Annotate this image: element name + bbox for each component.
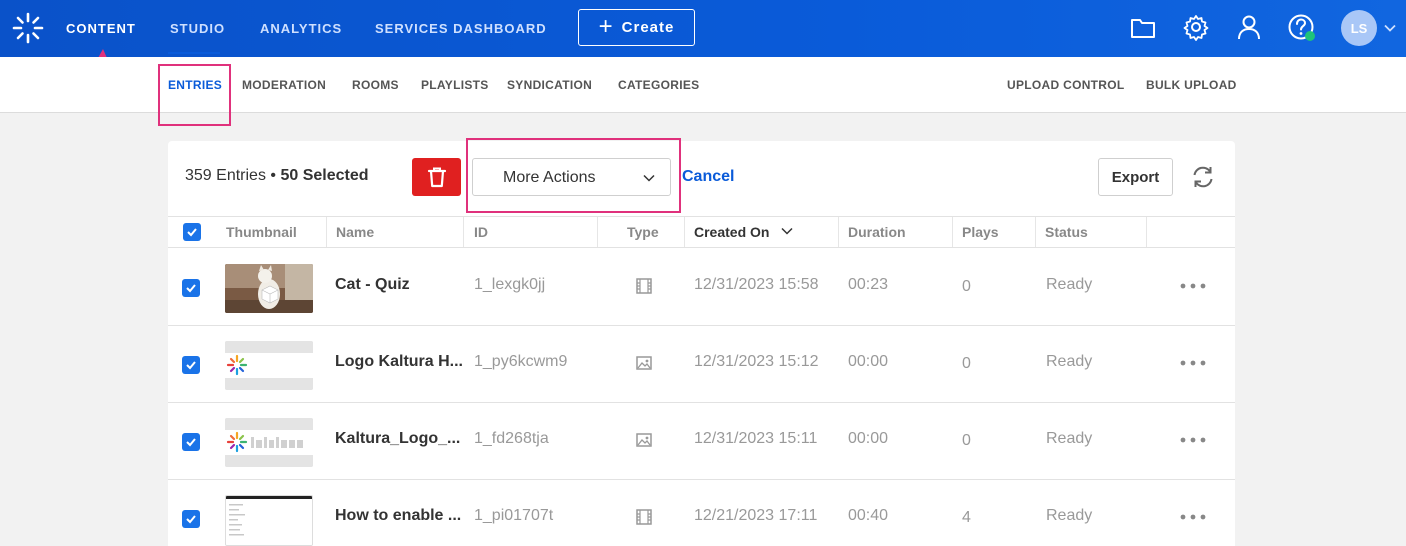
video-type-icon <box>636 509 652 525</box>
selection-summary: 359 Entries • 50 Selected <box>185 167 369 185</box>
entry-created-on: 12/31/2023 15:12 <box>694 353 819 370</box>
check-icon <box>186 438 196 447</box>
more-options-icon[interactable] <box>1180 282 1206 290</box>
help-icon[interactable] <box>1287 13 1315 41</box>
entry-status: Ready <box>1046 507 1093 524</box>
entry-duration: 00:00 <box>848 353 889 370</box>
entry-plays: 0 <box>962 278 971 295</box>
avatar[interactable]: LS <box>1341 10 1377 46</box>
entry-id: 1_fd268tja <box>474 430 549 447</box>
more-options-icon[interactable] <box>1180 436 1206 444</box>
table-row[interactable]: Logo Kaltura H... 1_py6kcwm9 12/31/2023 … <box>168 326 1235 403</box>
table-row[interactable]: Kaltura_Logo_... 1_fd268tja 12/31/2023 1… <box>168 403 1235 480</box>
entry-duration: 00:40 <box>848 507 889 524</box>
active-tab-underline <box>168 52 220 54</box>
tab-moderation[interactable]: MODERATION <box>242 57 326 113</box>
entry-created-on: 12/21/2023 17:11 <box>694 507 818 524</box>
more-options-icon[interactable] <box>1180 513 1206 521</box>
entry-status: Ready <box>1046 353 1093 370</box>
column-duration[interactable]: Duration <box>838 217 953 247</box>
column-name[interactable]: Name <box>326 217 464 247</box>
thumbnail-image[interactable] <box>225 264 313 313</box>
column-plays[interactable]: Plays <box>952 217 1036 247</box>
cancel-link[interactable]: Cancel <box>682 168 734 186</box>
tab-bulk-upload[interactable]: BULK UPLOAD <box>1146 57 1237 113</box>
tab-upload-control[interactable]: UPLOAD CONTROL <box>1007 57 1125 113</box>
image-type-icon <box>636 356 652 370</box>
entry-created-on: 12/31/2023 15:11 <box>694 430 818 447</box>
row-checkbox[interactable] <box>182 356 200 374</box>
column-id[interactable]: ID <box>464 217 598 247</box>
export-button[interactable]: Export <box>1098 158 1173 196</box>
entry-name[interactable]: Cat - Quiz <box>335 276 410 294</box>
video-type-icon <box>636 278 652 294</box>
entry-id: 1_py6kcwm9 <box>474 353 568 370</box>
nav-services-dashboard[interactable]: SERVICES DASHBOARD <box>375 0 547 57</box>
check-icon <box>186 361 196 370</box>
create-button-label: Create <box>621 19 675 36</box>
tab-playlists[interactable]: PLAYLISTS <box>421 57 489 113</box>
gear-icon[interactable] <box>1182 13 1210 41</box>
kaltura-logo-thumbnail-icon <box>225 418 313 467</box>
column-created-on[interactable]: Created On <box>684 217 839 247</box>
table-row[interactable]: Cat - Quiz 1_lexgk0jj 12/31/2023 15:58 0… <box>168 249 1235 326</box>
chevron-down-icon[interactable] <box>1383 21 1397 35</box>
tab-categories[interactable]: CATEGORIES <box>618 57 699 113</box>
column-status[interactable]: Status <box>1035 217 1147 247</box>
entry-duration: 00:00 <box>848 430 889 447</box>
screen-recording-thumbnail-icon <box>226 496 312 545</box>
create-button[interactable]: + Create <box>578 9 695 46</box>
entry-created-on: 12/31/2023 15:58 <box>694 276 819 293</box>
separator-dot: • <box>270 167 276 184</box>
cat-thumbnail-icon <box>225 264 313 313</box>
kaltura-logo-thumbnail-icon <box>225 341 313 390</box>
check-icon <box>187 228 197 237</box>
refresh-icon[interactable] <box>1190 164 1216 190</box>
entry-plays: 0 <box>962 432 971 449</box>
column-thumbnail: Thumbnail <box>216 217 327 247</box>
highlight-box-entries <box>158 64 231 126</box>
row-checkbox[interactable] <box>182 279 200 297</box>
entry-id: 1_lexgk0jj <box>474 276 546 293</box>
more-options-icon[interactable] <box>1180 359 1206 367</box>
thumbnail-image[interactable] <box>225 418 313 467</box>
thumbnail-image[interactable] <box>225 495 313 546</box>
image-type-icon <box>636 433 652 447</box>
entry-name[interactable]: How to enable ... <box>335 507 461 525</box>
selected-count: 50 Selected <box>280 167 369 184</box>
column-created-on-label: Created On <box>694 224 770 240</box>
entry-duration: 00:23 <box>848 276 889 293</box>
check-icon <box>186 515 196 524</box>
check-icon <box>186 284 196 293</box>
delete-button[interactable] <box>412 158 461 196</box>
nav-analytics[interactable]: ANALYTICS <box>260 0 342 57</box>
folder-icon[interactable] <box>1129 13 1157 41</box>
tab-rooms[interactable]: ROOMS <box>352 57 399 113</box>
nav-studio[interactable]: STUDIO <box>170 0 225 57</box>
column-type[interactable]: Type <box>597 217 685 247</box>
entry-name[interactable]: Logo Kaltura H... <box>335 353 463 371</box>
entry-status: Ready <box>1046 276 1093 293</box>
row-checkbox[interactable] <box>182 433 200 451</box>
entries-count: 359 Entries <box>185 167 266 184</box>
thumbnail-image[interactable] <box>225 341 313 390</box>
plus-icon: + <box>598 12 614 40</box>
entry-name[interactable]: Kaltura_Logo_... <box>335 430 460 448</box>
row-checkbox[interactable] <box>182 510 200 528</box>
entry-plays: 0 <box>962 355 971 372</box>
select-all-checkbox[interactable] <box>183 223 201 241</box>
entry-id: 1_pi01707t <box>474 507 554 524</box>
kaltura-logo-icon[interactable] <box>12 12 44 44</box>
table-header: Thumbnail Name ID Type Created On Durati… <box>168 216 1235 248</box>
entry-plays: 4 <box>962 509 971 526</box>
table-row[interactable]: How to enable ... 1_pi01707t 12/21/2023 … <box>168 480 1235 546</box>
trash-icon <box>427 167 446 188</box>
sort-desc-icon <box>781 227 793 235</box>
top-navigation-bar: CONTENT STUDIO ANALYTICS SERVICES DASHBO… <box>0 0 1406 57</box>
highlight-box-more-actions <box>466 138 681 213</box>
tab-syndication[interactable]: SYNDICATION <box>507 57 592 113</box>
entry-status: Ready <box>1046 430 1093 447</box>
user-icon[interactable] <box>1235 13 1263 41</box>
